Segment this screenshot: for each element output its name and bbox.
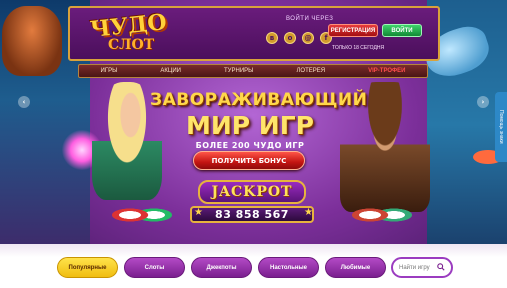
search-game-field[interactable]: Найти игру [391, 257, 453, 278]
jackpot-amount: 83 858 567 [190, 206, 314, 223]
nav-item-tournaments[interactable]: ТУРНИРЫ [224, 68, 253, 74]
vk-icon[interactable]: в [266, 32, 278, 44]
carousel-next-arrow-icon[interactable]: › [477, 96, 489, 108]
tab-popular[interactable]: Популярные [57, 257, 118, 278]
tab-favorites[interactable]: Любимые [325, 257, 386, 278]
banner-line-2: МИР ИГР [185, 111, 314, 140]
social-login-label: ВОЙТИ ЧЕРЕЗ [286, 16, 334, 22]
help-tab-label: Помощь знаки [498, 110, 504, 144]
nav-item-vip[interactable]: VIP-ТРОФЕИ [368, 68, 405, 74]
tab-slots[interactable]: Слоты [124, 257, 185, 278]
social-login-icons: в о @ f [266, 32, 332, 44]
site-header: ЧУДО СЛОТ ВОЙТИ ЧЕРЕЗ в о @ f РЕГИСТРАЦИ… [68, 6, 440, 61]
odnoklassniki-icon[interactable]: о [284, 32, 296, 44]
banner-headline: ЗАВОРАЖИВАЮЩИЙ МИР ИГР БОЛЕЕ 200 ЧУДО ИГ… [150, 90, 368, 150]
help-side-tab[interactable]: Помощь знаки [495, 92, 507, 162]
login-button[interactable]: ВОЙТИ [382, 24, 422, 37]
star-icon: ★ [304, 207, 313, 218]
casino-page: ‹ › Помощь знаки ЧУДО СЛОТ ВОЙТИ ЧЕРЕЗ в… [0, 0, 507, 288]
star-icon: ★ [194, 207, 203, 218]
casino-chips-right-image [352, 200, 412, 230]
tab-table-games[interactable]: Настольные [258, 257, 319, 278]
jackpot-panel: JACKPOT 83 858 567 ★ ★ [190, 180, 314, 235]
register-button[interactable]: РЕГИСТРАЦИЯ [328, 24, 378, 37]
mailru-icon[interactable]: @ [302, 32, 314, 44]
nav-item-promotions[interactable]: АКЦИИ [160, 68, 181, 74]
nav-item-games[interactable]: ИГРЫ [101, 68, 118, 74]
search-input[interactable]: Найти игру [399, 265, 430, 271]
casino-chips-left-image [112, 200, 172, 230]
get-bonus-button[interactable]: ПОЛУЧИТЬ БОНУС [193, 151, 305, 170]
register-note: ТОЛЬКО 18 СЕГОДНЯ [332, 45, 385, 51]
logo[interactable]: ЧУДО СЛОТ [84, 9, 168, 59]
banner-line-1: ЗАВОРАЖИВАЮЩИЙ [150, 90, 368, 110]
nav-item-lottery[interactable]: ЛОТЕРЕЯ [296, 68, 325, 74]
tab-jackpots[interactable]: Джекпоты [191, 257, 252, 278]
logo-bottom-text: СЛОТ [108, 37, 155, 53]
carousel-prev-arrow-icon[interactable]: ‹ [18, 96, 30, 108]
banner-line-3: БОЛЕЕ 200 ЧУДО ИГР [195, 141, 305, 150]
main-nav: ИГРЫ АКЦИИ ТУРНИРЫ ЛОТЕРЕЯ VIP-ТРОФЕИ [78, 64, 428, 78]
diver-character-image [2, 6, 62, 76]
category-tabs: Популярные Слоты Джекпоты Настольные Люб… [57, 257, 386, 278]
jackpot-label: JACKPOT [198, 180, 306, 204]
search-icon[interactable] [437, 263, 445, 271]
